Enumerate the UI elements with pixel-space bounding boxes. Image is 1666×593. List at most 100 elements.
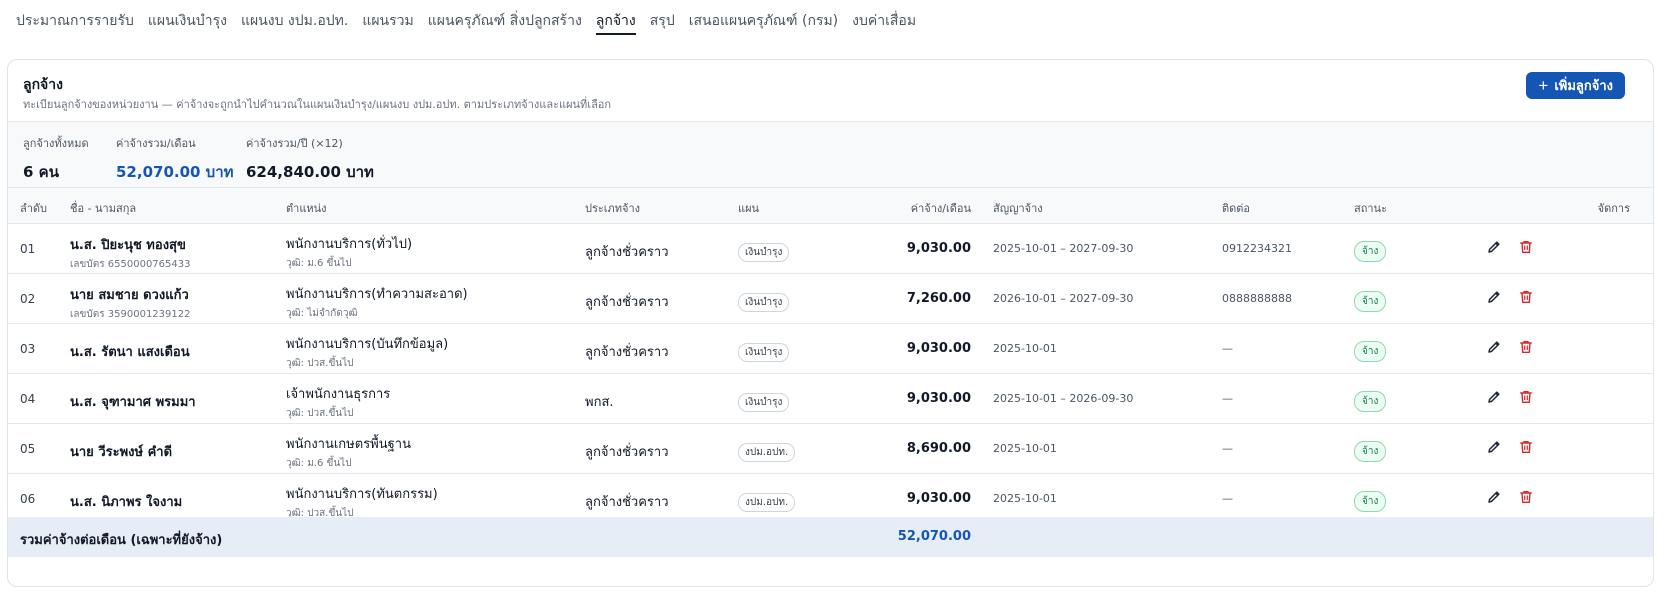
position-title: พนักงานบริการ(บันทึกข้อมูล)	[286, 337, 449, 352]
edit-pencil-icon[interactable]	[1486, 489, 1502, 505]
tab-6[interactable]: ลูกจ้าง	[595, 0, 636, 35]
tab-4[interactable]: แผนรวม	[362, 0, 413, 35]
delete-trash-icon[interactable]	[1518, 239, 1534, 255]
monthly-wage: 9,030.00	[906, 491, 971, 506]
tab-1[interactable]: ประมาณการรายรับ	[16, 0, 134, 35]
monthly-wage: 8,690.00	[906, 441, 971, 456]
header-position: ตำแหน่ง	[286, 202, 327, 215]
employee-name: นาย วีระพงษ์ คำดี	[70, 445, 173, 460]
table-row: 03 น.ส. รัตนา แสงเดือน พนักงานบริการ(บันทึ…	[8, 324, 1653, 374]
row-actions	[1486, 389, 1534, 405]
tab-3[interactable]: แผนงบ งปม.อปท.	[241, 0, 348, 35]
tab-5[interactable]: แผนครุภัณฑ์ สิ่งปลูกสร้าง	[428, 0, 582, 35]
tab-8[interactable]: เสนอแผนครุภัณฑ์ (กรม)	[689, 0, 838, 35]
position-title: พนักงานเกษตรพื้นฐาน	[286, 437, 411, 452]
row-index: 02	[20, 292, 36, 306]
contract-period: 2025-10-01 – 2026-09-30	[993, 392, 1134, 405]
tab-9[interactable]: งบค่าเสื่อม	[852, 0, 916, 35]
status-badge: จ้าง	[1354, 241, 1387, 262]
header-type: ประเภทจ้าง	[585, 202, 641, 215]
contact: —	[1222, 442, 1233, 455]
employee-name: น.ส. นิภาพร ใจงาม	[70, 495, 183, 510]
summary-bar: ลูกจ้างทั้งหมด 6 คน ค่าจ้างรวม/เดือน 52,…	[8, 122, 1653, 188]
employee-name-cell: น.ส. ปิยะนุช ทองสุข เลขบัตร 6550000765433	[70, 234, 190, 272]
tab-7[interactable]: สรุป	[650, 0, 675, 35]
employee-name: น.ส. รัตนา แสงเดือน	[70, 345, 190, 360]
add-employee-button[interactable]: + เพิ่มลูกจ้าง	[1526, 72, 1625, 99]
position-title: เจ้าพนักงานธุรการ	[286, 387, 391, 402]
stat-monthly-wage: ค่าจ้างรวม/เดือน 52,070.00 บาท	[116, 134, 234, 184]
delete-trash-icon[interactable]	[1518, 439, 1534, 455]
monthly-wage: 7,260.00	[906, 291, 971, 306]
card-title: ลูกจ้าง	[23, 77, 63, 93]
delete-trash-icon[interactable]	[1518, 489, 1534, 505]
plan-badge: งปม.อปท.	[738, 493, 796, 512]
edit-pencil-icon[interactable]	[1486, 289, 1502, 305]
delete-trash-icon[interactable]	[1518, 339, 1534, 355]
edit-pencil-icon[interactable]	[1486, 439, 1502, 455]
plan-badge: เงินบำรุง	[738, 243, 790, 262]
status-badge: จ้าง	[1354, 391, 1387, 412]
tab-2[interactable]: แผนเงินบำรุง	[148, 0, 227, 35]
edit-pencil-icon[interactable]	[1486, 339, 1502, 355]
stat-monthly-label: ค่าจ้างรวม/เดือน	[116, 137, 196, 150]
position-qualification: วุฒิ: ปวส.ขึ้นไป	[286, 408, 354, 419]
employee-name-cell: น.ส. รัตนา แสงเดือน	[70, 341, 190, 362]
row-actions	[1486, 289, 1534, 305]
employment-type: ลูกจ้างชั่วคราว	[585, 345, 669, 360]
employee-name-cell: นาย สมชาย ดวงแก้ว เลขบัตร 3590001239122	[70, 284, 190, 322]
status-badge: จ้าง	[1354, 291, 1387, 312]
add-employee-label: เพิ่มลูกจ้าง	[1554, 78, 1613, 93]
contract-period: 2025-10-01	[993, 492, 1057, 505]
row-actions	[1486, 239, 1534, 255]
table-row: 01 น.ส. ปิยะนุช ทองสุข เลขบัตร 65500007654…	[8, 224, 1653, 274]
position-qualification: วุฒิ: ปวส.ขึ้นไป	[286, 358, 354, 369]
delete-trash-icon[interactable]	[1518, 289, 1534, 305]
contact: 0912234321	[1222, 242, 1292, 255]
contact: —	[1222, 392, 1233, 405]
plan-badge: เงินบำรุง	[738, 393, 790, 412]
contract-period: 2026-10-01 – 2027-09-30	[993, 292, 1134, 305]
employment-type: ลูกจ้างชั่วคราว	[585, 295, 669, 310]
header-plan: แผน	[738, 202, 760, 215]
edit-pencil-icon[interactable]	[1486, 389, 1502, 405]
employee-name-cell: น.ส. จุฑามาศ พรมมา	[70, 391, 196, 412]
row-index: 04	[20, 392, 36, 406]
plan-cell: เงินบำรุง	[738, 390, 790, 412]
employee-name-cell: นาย วีระพงษ์ คำดี	[70, 441, 172, 462]
contact: —	[1222, 492, 1233, 505]
contact: 0888888888	[1222, 292, 1292, 305]
plan-cell: เงินบำรุง	[738, 290, 790, 312]
footer-label: รวมค่าจ้างต่อเดือน (เฉพาะที่ยังจ้าง)	[20, 533, 223, 548]
position-cell: พนักงานบริการ(บันทึกข้อมูล) วุฒิ: ปวส.ขึ้…	[286, 333, 448, 371]
stat-yearly-label: ค่าจ้างรวม/ปี (×12)	[246, 137, 343, 150]
plan-badge: งปม.อปท.	[738, 443, 796, 462]
employment-type: ลูกจ้างชั่วคราว	[585, 245, 669, 260]
employee-name-cell: น.ส. นิภาพร ใจงาม	[70, 491, 182, 512]
position-cell: พนักงานบริการ(ทั่วไป) วุฒิ: ม.6 ขึ้นไป	[286, 233, 412, 271]
stat-monthly-value: 52,070.00 บาท	[116, 163, 234, 181]
plan-cell: งปม.อปท.	[738, 440, 796, 462]
table-row: 04 น.ส. จุฑามาศ พรมมา เจ้าพนักงานธุรการวุฒ…	[8, 374, 1653, 424]
footer-total: 52,070.00	[897, 529, 971, 544]
card-subtitle: ทะเบียนลูกจ้างของหน่วยงาน — ค่าจ้างจะถูก…	[23, 98, 612, 111]
position-qualification: วุฒิ: ม.6 ขึ้นไป	[286, 458, 352, 469]
status-cell: จ้าง	[1354, 339, 1387, 362]
header-contact: ติดต่อ	[1222, 202, 1251, 215]
position-cell: พนักงานบริการ(ทำความสะอาด) วุฒิ: ไม่จำกัด…	[286, 283, 468, 321]
plan-cell: เงินบำรุง	[738, 240, 790, 262]
header-status: สถานะ	[1354, 202, 1387, 215]
header-name: ชื่อ - นามสกุล	[70, 202, 137, 215]
position-cell: เจ้าพนักงานธุรการวุฒิ: ปวส.ขึ้นไป	[286, 383, 390, 421]
contract-period: 2025-10-01 – 2027-09-30	[993, 242, 1134, 255]
position-cell: พนักงานเกษตรพื้นฐานวุฒิ: ม.6 ขึ้นไป	[286, 433, 411, 471]
row-index: 01	[20, 242, 36, 256]
delete-trash-icon[interactable]	[1518, 389, 1534, 405]
position-title: พนักงานบริการ(ทั่วไป)	[286, 237, 413, 252]
table-footer: รวมค่าจ้างต่อเดือน (เฉพาะที่ยังจ้าง) 52,…	[8, 517, 1653, 557]
position-title: พนักงานบริการ(ทำความสะอาด)	[286, 287, 468, 302]
status-cell: จ้าง	[1354, 239, 1387, 262]
plan-cell: งปม.อปท.	[738, 490, 796, 512]
edit-pencil-icon[interactable]	[1486, 239, 1502, 255]
employment-type: ลูกจ้างชั่วคราว	[585, 445, 669, 460]
